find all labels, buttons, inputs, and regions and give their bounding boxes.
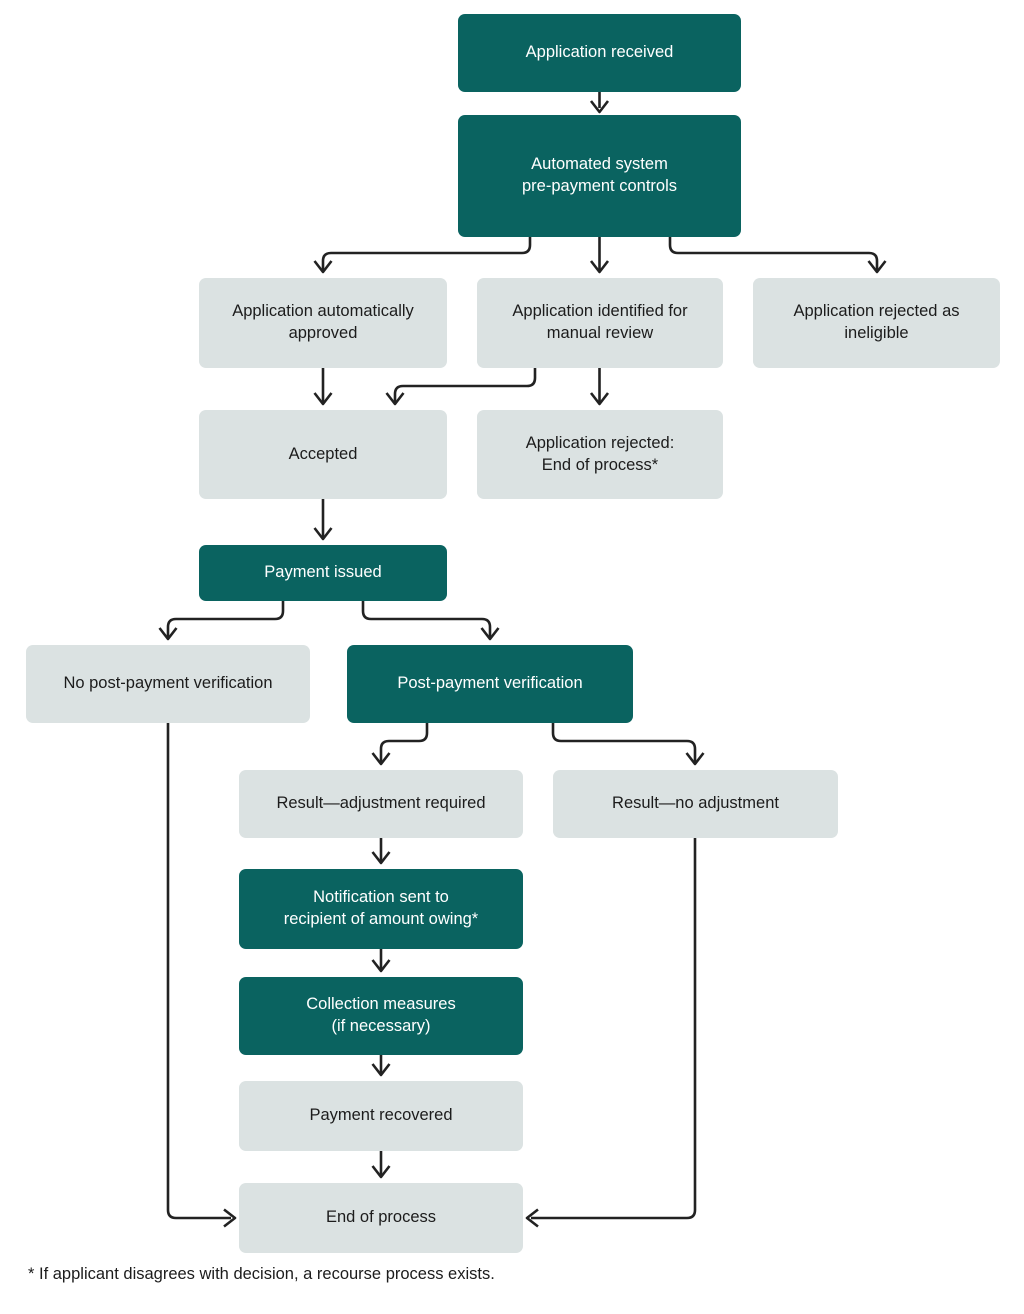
footnote: * If applicant disagrees with decision, … [28,1265,495,1283]
edge-controls-to-rejected [668,237,879,270]
arrowhead-manual-review-to-rejected [589,392,610,406]
node-application-rejected-end: Application rejected: End of process* [477,410,723,499]
arrowhead-verification-to-no-adjustment [685,752,705,766]
arrowhead-notification-to-collection [371,959,391,973]
edge-payment-to-no-verification [166,601,285,637]
edge-no-verification-to-end [166,723,231,1220]
node-label-automated-system-controls: Automated system pre-payment controls [522,155,677,195]
node-application-received: Application received [458,14,741,92]
node-application-manual-review: Application identified for manual review [477,278,723,368]
node-label-accepted: Accepted [288,444,358,463]
node-automated-system-controls: Automated system pre-payment controls [458,115,741,237]
edge-verification-to-adjustment [379,723,429,762]
arrowhead-payment-to-no-verification [158,627,178,641]
node-application-rejected-ineligible: Application rejected as ineligible [753,278,1000,368]
node-accepted: Accepted [199,410,447,499]
node-no-post-payment-verification: No post-payment verification [26,645,310,723]
node-notification-sent: Notification sent to recipient of amount… [239,869,523,949]
node-label-payment-recovered: Payment recovered [309,1106,453,1125]
node-post-payment-verification: Post-payment verification [347,645,633,723]
arrowhead-received-to-controls [589,100,610,114]
arrowhead-verification-to-adjustment [371,752,391,766]
arrowhead-collection-to-recovered [371,1063,391,1077]
edge-controls-to-auto-approved [321,237,532,270]
node-result-no-adjustment: Result—no adjustment [553,770,838,838]
edge-no-adjustment-to-end [531,838,697,1220]
node-label-result-no-adjustment: Result—no adjustment [612,794,779,813]
node-label-post-payment-verification: Post-payment verification [397,674,583,693]
arrowhead-controls-to-auto-approved [313,260,333,274]
flowchart: Application received Automated system pre… [0,0,1024,1314]
node-payment-issued: Payment issued [199,545,447,601]
node-collection-measures: Collection measures (if necessary) [239,977,523,1055]
arrowhead-no-verification-to-end [223,1208,237,1228]
arrowhead-adjustment-to-notification [371,851,391,865]
node-label-application-received: Application received [525,43,674,62]
arrowhead-manual-review-to-accepted [385,392,405,406]
node-label-application-rejected-ineligible: Application rejected as ineligible [793,302,960,342]
arrowhead-payment-to-verification [480,627,500,641]
arrowhead-auto-approved-to-accepted [313,392,333,406]
node-label-application-rejected-end: Application rejected: End of process* [525,433,675,474]
edge-manual-review-to-accepted [393,368,537,402]
node-label-end-of-process: End of process [325,1208,437,1227]
node-payment-recovered: Payment recovered [239,1081,523,1151]
arrowhead-recovered-to-end [371,1165,391,1179]
edge-payment-to-verification [361,601,492,637]
node-end-of-process: End of process [239,1183,523,1253]
arrowhead-controls-to-rejected [867,260,887,274]
node-label-collection-measures: Collection measures (if necessary) [306,995,456,1035]
node-label-payment-issued: Payment issued [264,563,382,582]
arrowhead-accepted-to-payment-issued [313,527,333,541]
node-label-no-post-payment-verification: No post-payment verification [63,674,273,693]
edge-verification-to-no-adjustment [551,723,697,762]
node-label-application-manual-review: Application identified for manual review [512,302,688,342]
arrowhead-no-adjustment-to-end [525,1208,539,1228]
node-application-auto-approved: Application automatically approved [199,278,447,368]
node-label-result-adjustment-required: Result—adjustment required [276,794,486,813]
arrowhead-controls-to-manual-review [589,260,610,274]
node-label-notification-sent: Notification sent to recipient of amount… [283,888,479,928]
node-result-adjustment-required: Result—adjustment required [239,770,523,838]
node-label-application-auto-approved: Application automatically approved [232,302,414,342]
